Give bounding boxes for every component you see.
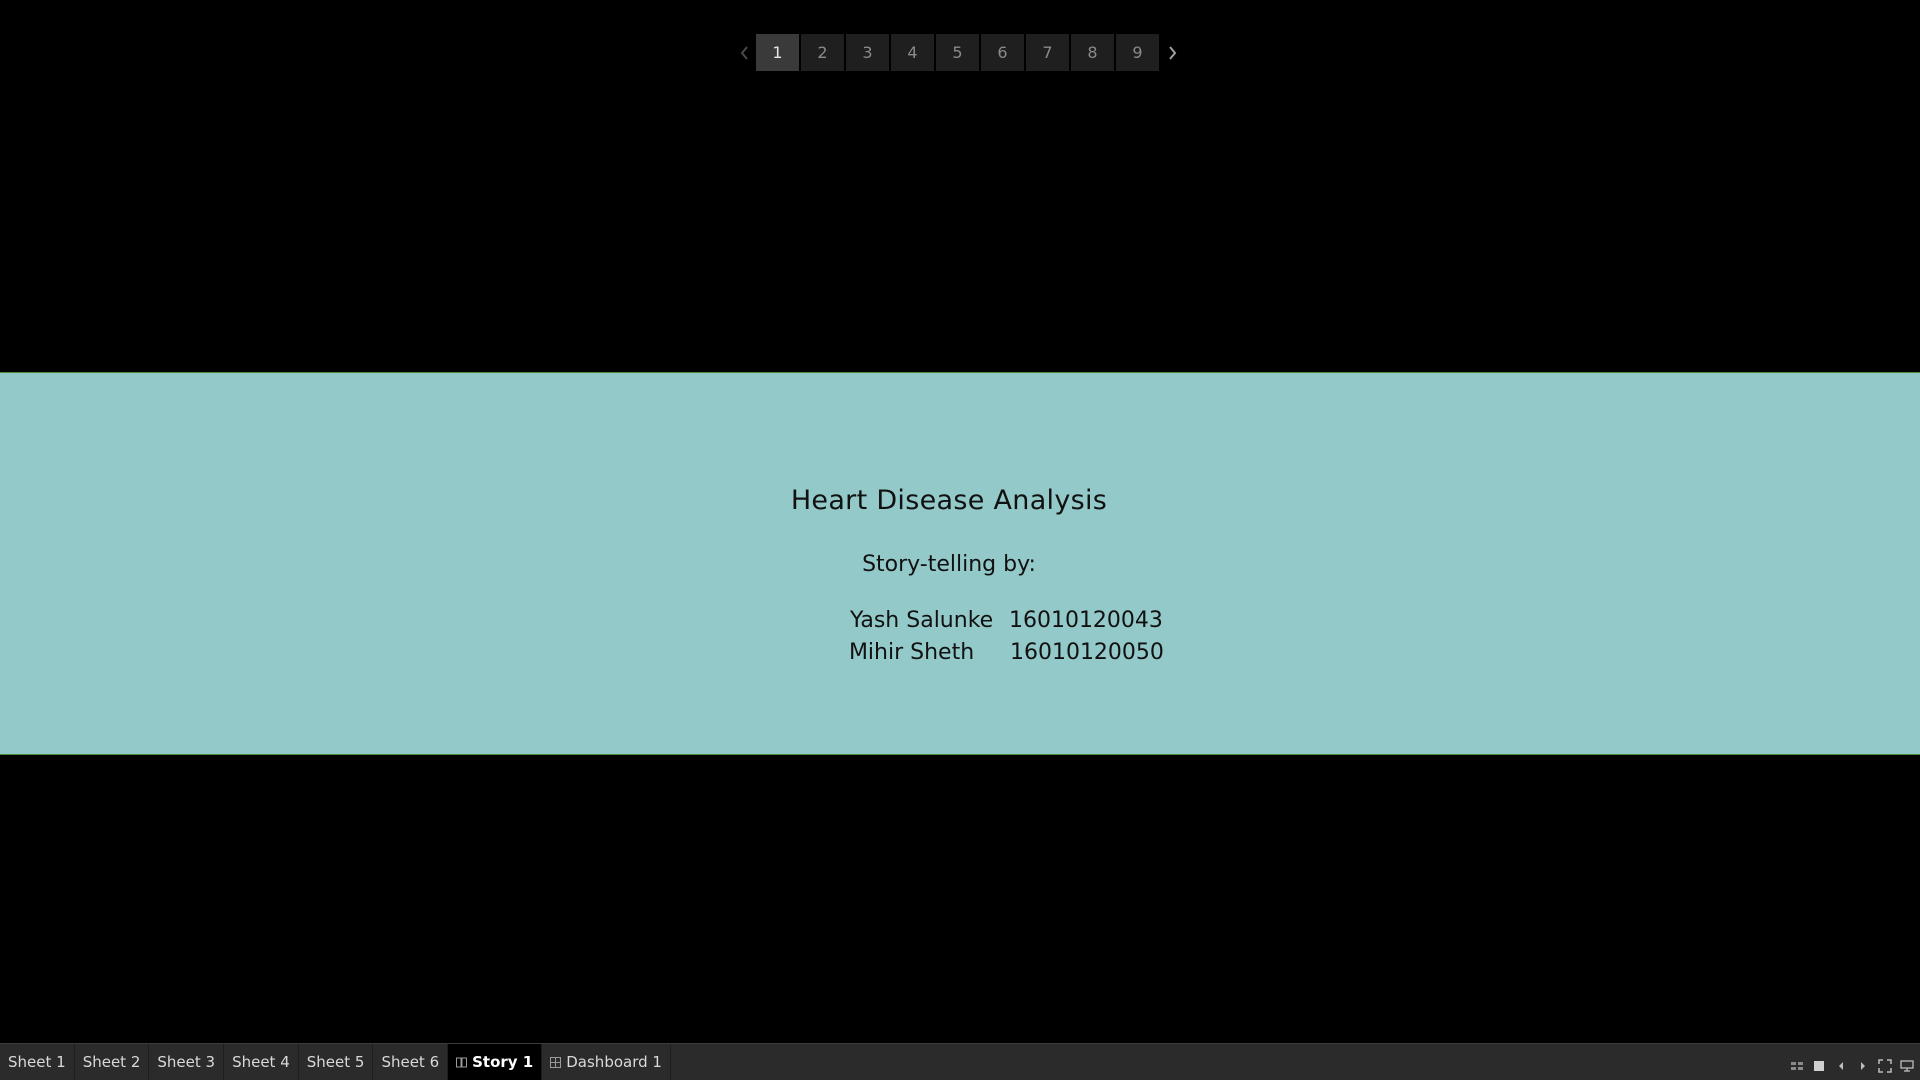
story-point-7[interactable]: 7 [1026, 34, 1069, 71]
show-sheet-sorter-icon[interactable] [1790, 1059, 1804, 1073]
story-byline: Story-telling by: [862, 552, 1036, 577]
tab-story-1[interactable]: Story 1 [448, 1044, 543, 1080]
author-row: Mihir Sheth 16010120050 [793, 615, 1164, 690]
tab-sheet-6[interactable]: Sheet 6 [373, 1044, 449, 1080]
story-icon [456, 1057, 468, 1068]
author-id: 16010120050 [1009, 640, 1164, 665]
author-name: Mihir Sheth [848, 640, 975, 665]
tab-label: Dashboard 1 [566, 1053, 662, 1071]
previous-point-button[interactable] [732, 34, 756, 71]
story-point-1[interactable]: 1 [756, 34, 799, 71]
previous-sheet-icon[interactable] [1834, 1059, 1848, 1073]
story-canvas: 1 2 3 4 5 6 7 8 9 Heart Disease Analysis… [0, 0, 1920, 1080]
chevron-right-icon [1169, 45, 1177, 60]
next-point-button[interactable] [1161, 34, 1185, 71]
tab-label: Sheet 5 [306, 1053, 365, 1071]
story-navigator: 1 2 3 4 5 6 7 8 9 [732, 34, 1185, 71]
tab-sheet-3[interactable]: Sheet 3 [149, 1044, 225, 1080]
tab-sheet-2[interactable]: Sheet 2 [75, 1044, 150, 1080]
show-tabs-icon[interactable] [1812, 1059, 1826, 1073]
tab-label: Story 1 [472, 1053, 534, 1071]
tab-bar-controls [1790, 1056, 1914, 1076]
tab-sheet-4[interactable]: Sheet 4 [224, 1044, 299, 1080]
story-point-3[interactable]: 3 [846, 34, 889, 71]
tab-label: Sheet 3 [157, 1053, 216, 1071]
story-point-2[interactable]: 2 [801, 34, 844, 71]
tab-sheet-5[interactable]: Sheet 5 [299, 1044, 374, 1080]
next-sheet-icon[interactable] [1856, 1059, 1870, 1073]
tab-label: Sheet 2 [82, 1053, 141, 1071]
tab-label: Sheet 1 [8, 1053, 66, 1071]
story-title: Heart Disease Analysis [790, 485, 1108, 516]
tab-sheet-1[interactable]: Sheet 1 [0, 1044, 75, 1080]
story-point-4[interactable]: 4 [891, 34, 934, 71]
story-point-9[interactable]: 9 [1116, 34, 1159, 71]
show-filmstrip-icon[interactable] [1900, 1059, 1914, 1073]
chevron-left-icon [740, 45, 748, 60]
story-point-6[interactable]: 6 [981, 34, 1024, 71]
tab-label: Sheet 6 [381, 1053, 440, 1071]
dashboard-icon [550, 1056, 562, 1068]
sheet-tab-bar: Sheet 1 Sheet 2 Sheet 3 Sheet 4 Sheet 5 … [0, 1043, 1920, 1080]
presentation-mode-icon[interactable] [1878, 1059, 1892, 1073]
tab-dashboard-1[interactable]: Dashboard 1 [542, 1044, 671, 1080]
story-point-5[interactable]: 5 [936, 34, 979, 71]
tab-label: Sheet 4 [232, 1053, 290, 1071]
story-point-8[interactable]: 8 [1071, 34, 1114, 71]
story-text-panel: Heart Disease Analysis Story-telling by:… [0, 372, 1920, 755]
